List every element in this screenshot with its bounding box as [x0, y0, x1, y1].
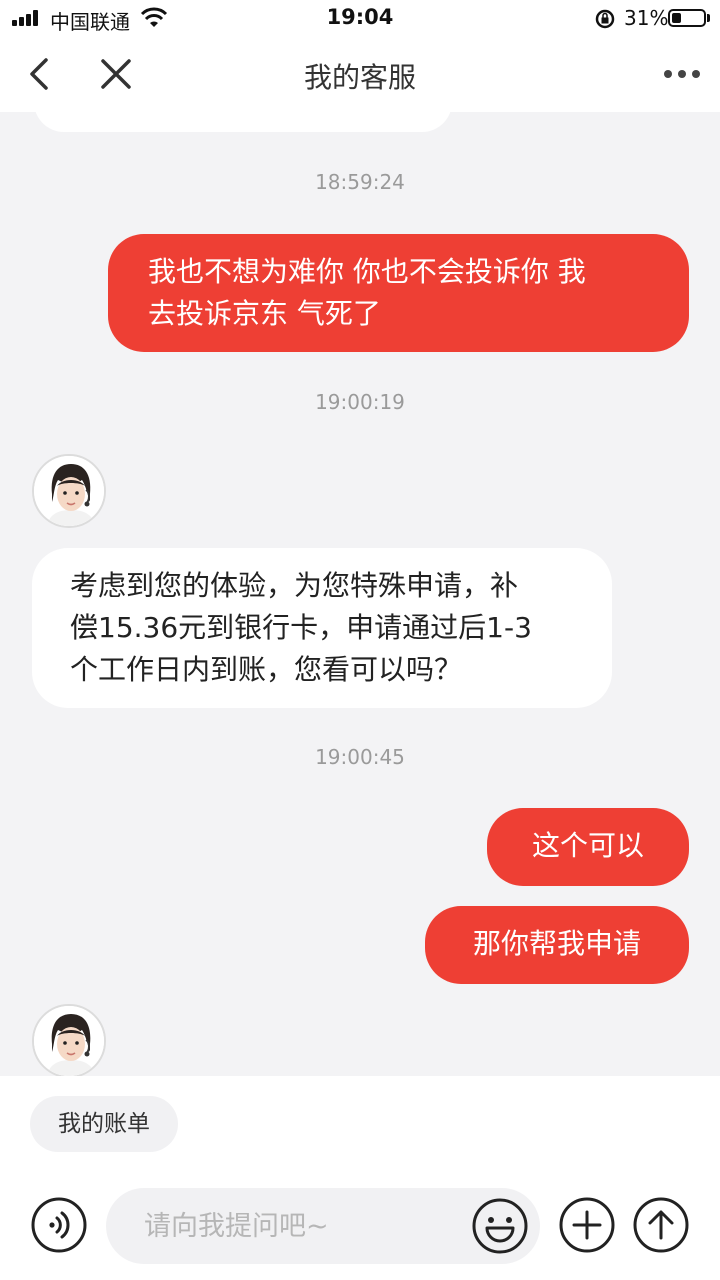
message-timestamp: 19:00:19 [315, 390, 405, 414]
nav-bar: 我的客服 [0, 36, 720, 112]
incoming-message: 考虑到您的体验，为您特殊申请，补 偿15.36元到银行卡，申请通过后1-3 个工… [32, 548, 612, 708]
message-line: 这个可以 [531, 829, 644, 862]
status-bar: 中国联通 19:04 31% [0, 0, 720, 36]
battery-tip [707, 14, 710, 22]
send-icon[interactable] [632, 1196, 690, 1254]
outgoing-message: 那你帮我申请 [425, 906, 689, 984]
previous-message-bubble [34, 112, 452, 132]
message-line: 个工作日内到账，您看可以吗？ [70, 653, 463, 686]
rotation-lock-icon [595, 9, 615, 29]
quick-reply-my-bill[interactable]: 我的账单 [30, 1096, 178, 1152]
agent-avatar [32, 454, 106, 528]
outgoing-message: 我也不想为难你 你也不会投诉你 我 去投诉京东 气死了 [108, 234, 689, 352]
agent-avatar-image [34, 456, 104, 526]
page-title: 我的客服 [303, 61, 416, 94]
battery-icon [668, 9, 706, 27]
message-line: 那你帮我申请 [472, 927, 641, 960]
message-timestamp: 18:59:24 [315, 170, 405, 194]
more-icon[interactable] [660, 56, 704, 92]
outgoing-message: 这个可以 [487, 808, 689, 886]
voice-icon[interactable] [30, 1196, 88, 1254]
message-line: 考虑到您的体验，为您特殊申请，补 [70, 569, 519, 602]
message-input[interactable] [144, 1188, 464, 1264]
battery-percent: 31% [624, 6, 669, 30]
agent-avatar [32, 1004, 106, 1076]
message-line: 去投诉京东 气死了 [148, 297, 381, 330]
message-timestamp: 19:00:45 [315, 745, 405, 769]
chat-area[interactable]: 18:59:24 我也不想为难你 你也不会投诉你 我 去投诉京东 气死了 19:… [0, 112, 720, 1076]
emoji-icon[interactable] [470, 1196, 530, 1256]
message-line: 偿15.36元到银行卡，申请通过后1-3 [70, 611, 532, 644]
plus-icon[interactable] [558, 1196, 616, 1254]
composer-panel: 我的账单 [0, 1076, 720, 1280]
agent-avatar-image [34, 1006, 104, 1076]
message-line: 我也不想为难你 你也不会投诉你 我 [148, 255, 586, 288]
